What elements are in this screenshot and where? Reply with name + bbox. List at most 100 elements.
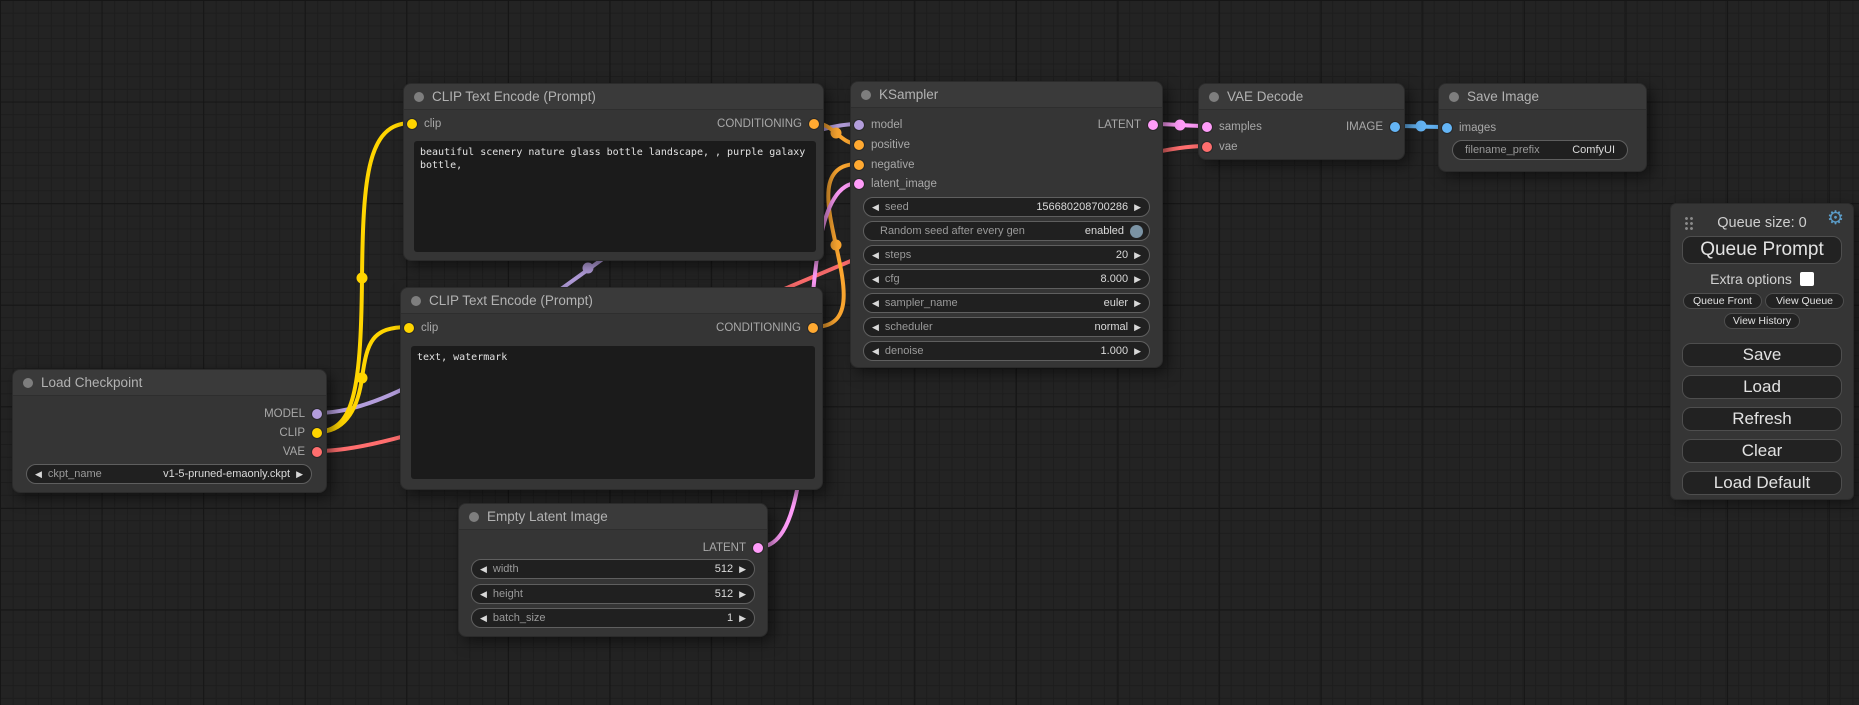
collapse-dot-icon[interactable] (23, 378, 33, 388)
widget-filename-prefix[interactable]: filename_prefix ComfyUI (1452, 140, 1628, 160)
decrement-arrow-icon[interactable]: ◀ (872, 246, 879, 264)
view-queue-button[interactable]: View Queue (1765, 293, 1844, 309)
node-ksampler[interactable]: KSampler model LATENT positive negative … (850, 81, 1163, 368)
widget-steps[interactable]: ◀ steps 20 ▶ (863, 245, 1150, 265)
node-titlebar[interactable]: Empty Latent Image (459, 504, 767, 530)
widget-sampler-name[interactable]: ◀ sampler_name euler ▶ (863, 293, 1150, 313)
increment-arrow-icon[interactable]: ▶ (1134, 318, 1141, 336)
increment-arrow-icon[interactable]: ▶ (1134, 246, 1141, 264)
input-dot-samples[interactable] (1202, 122, 1212, 132)
decrement-arrow-icon[interactable]: ◀ (872, 294, 879, 312)
load-default-button[interactable]: Load Default (1682, 471, 1842, 495)
extra-options-row: Extra options (1671, 270, 1853, 288)
toggle-knob-icon[interactable] (1130, 225, 1143, 238)
decrement-arrow-icon[interactable]: ◀ (872, 270, 879, 288)
increment-arrow-icon[interactable]: ▶ (739, 560, 746, 578)
clear-button[interactable]: Clear (1682, 439, 1842, 463)
widget-random-seed-toggle[interactable]: Random seed after every gen enabled (863, 221, 1150, 241)
extra-options-label: Extra options (1710, 271, 1792, 287)
increment-arrow-icon[interactable]: ▶ (739, 609, 746, 627)
input-dot-negative[interactable] (854, 160, 864, 170)
input-dot-clip[interactable] (404, 323, 414, 333)
node-save-image[interactable]: Save Image images filename_prefix ComfyU… (1438, 83, 1647, 172)
wire-dot-conditioning-1 (831, 128, 842, 139)
output-slot-clip: CLIP (279, 425, 322, 441)
wire-dot-conditioning-2 (831, 240, 842, 251)
decrement-arrow-icon[interactable]: ◀ (480, 560, 487, 578)
decrement-arrow-icon[interactable]: ◀ (480, 585, 487, 603)
node-titlebar[interactable]: Save Image (1439, 84, 1646, 110)
input-dot-positive[interactable] (854, 140, 864, 150)
node-clip-text-encode-negative[interactable]: CLIP Text Encode (Prompt) clip CONDITION… (400, 287, 823, 490)
input-dot-latent-image[interactable] (854, 179, 864, 189)
input-slot-clip: clip (404, 320, 438, 336)
increment-arrow-icon[interactable]: ▶ (296, 465, 303, 483)
wire-dot-latent (1175, 120, 1186, 131)
node-empty-latent-image[interactable]: Empty Latent Image LATENT ◀ width 512 ▶ … (458, 503, 768, 637)
widget-cfg[interactable]: ◀ cfg 8.000 ▶ (863, 269, 1150, 289)
input-slot-positive: positive (854, 137, 910, 153)
node-titlebar[interactable]: KSampler (851, 82, 1162, 108)
collapse-dot-icon[interactable] (861, 90, 871, 100)
input-dot-vae[interactable] (1202, 142, 1212, 152)
collapse-dot-icon[interactable] (1449, 92, 1459, 102)
decrement-arrow-icon[interactable]: ◀ (480, 609, 487, 627)
increment-arrow-icon[interactable]: ▶ (1134, 294, 1141, 312)
increment-arrow-icon[interactable]: ▶ (1134, 198, 1141, 216)
queue-front-button[interactable]: Queue Front (1683, 293, 1762, 309)
increment-arrow-icon[interactable]: ▶ (1134, 342, 1141, 360)
widget-batch-size[interactable]: ◀ batch_size 1 ▶ (471, 608, 755, 628)
input-dot-clip[interactable] (407, 119, 417, 129)
refresh-button[interactable]: Refresh (1682, 407, 1842, 431)
wire-dot-model (583, 263, 594, 274)
wire-dot-clip-2 (357, 373, 368, 384)
output-dot-conditioning[interactable] (809, 119, 819, 129)
collapse-dot-icon[interactable] (411, 296, 421, 306)
decrement-arrow-icon[interactable]: ◀ (35, 465, 42, 483)
decrement-arrow-icon[interactable]: ◀ (872, 198, 879, 216)
widget-width[interactable]: ◀ width 512 ▶ (471, 559, 755, 579)
output-dot-conditioning[interactable] (808, 323, 818, 333)
collapse-dot-icon[interactable] (414, 92, 424, 102)
view-history-button[interactable]: View History (1724, 313, 1800, 329)
collapse-dot-icon[interactable] (1209, 92, 1219, 102)
node-titlebar[interactable]: CLIP Text Encode (Prompt) (404, 84, 823, 110)
node-title: Load Checkpoint (41, 375, 142, 390)
queue-prompt-button[interactable]: Queue Prompt (1682, 236, 1842, 264)
node-title: CLIP Text Encode (Prompt) (432, 89, 596, 104)
input-dot-model[interactable] (854, 120, 864, 130)
collapse-dot-icon[interactable] (469, 512, 479, 522)
widget-height[interactable]: ◀ height 512 ▶ (471, 584, 755, 604)
save-button[interactable]: Save (1682, 343, 1842, 367)
load-button[interactable]: Load (1682, 375, 1842, 399)
prompt-textarea[interactable]: text, watermark (411, 346, 815, 479)
node-titlebar[interactable]: VAE Decode (1199, 84, 1404, 110)
output-slot-vae: VAE (283, 444, 322, 460)
settings-gear-icon[interactable]: ⚙ (1827, 208, 1844, 230)
node-titlebar[interactable]: Load Checkpoint (13, 370, 326, 396)
output-dot-latent[interactable] (1148, 120, 1158, 130)
output-dot-vae[interactable] (312, 447, 322, 457)
output-dot-latent[interactable] (753, 543, 763, 553)
widget-denoise[interactable]: ◀ denoise 1.000 ▶ (863, 341, 1150, 361)
widget-scheduler[interactable]: ◀ scheduler normal ▶ (863, 317, 1150, 337)
input-slot-clip: clip (407, 116, 441, 132)
input-dot-images[interactable] (1442, 123, 1452, 133)
node-vae-decode[interactable]: VAE Decode samples IMAGE vae (1198, 83, 1405, 160)
widget-ckpt-name[interactable]: ◀ ckpt_name v1-5-pruned-emaonly.ckpt ▶ (26, 464, 312, 484)
node-clip-text-encode-positive[interactable]: CLIP Text Encode (Prompt) clip CONDITION… (403, 83, 824, 261)
decrement-arrow-icon[interactable]: ◀ (872, 342, 879, 360)
prompt-textarea[interactable]: beautiful scenery nature glass bottle la… (414, 141, 816, 252)
node-load-checkpoint[interactable]: Load Checkpoint MODEL CLIP VAE ◀ ckpt_na… (12, 369, 327, 493)
widget-seed[interactable]: ◀ seed 156680208700286 ▶ (863, 197, 1150, 217)
increment-arrow-icon[interactable]: ▶ (1134, 270, 1141, 288)
decrement-arrow-icon[interactable]: ◀ (872, 318, 879, 336)
output-dot-model[interactable] (312, 409, 322, 419)
output-slot-conditioning: CONDITIONING (717, 116, 819, 132)
node-titlebar[interactable]: CLIP Text Encode (Prompt) (401, 288, 822, 314)
output-slot-image: IMAGE (1346, 119, 1400, 135)
increment-arrow-icon[interactable]: ▶ (739, 585, 746, 603)
output-dot-clip[interactable] (312, 428, 322, 438)
output-dot-image[interactable] (1390, 122, 1400, 132)
extra-options-checkbox[interactable] (1800, 272, 1814, 286)
